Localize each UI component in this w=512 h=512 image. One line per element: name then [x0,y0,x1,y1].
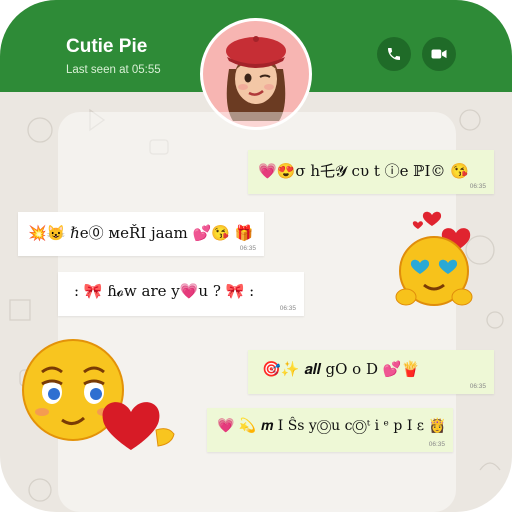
message-time: 06:35 [239,245,256,252]
message-bubble-outgoing[interactable]: 💗😍σ һ乇𝓨 cυ t ⓘe ℙI© 😘 06:35 [248,150,494,194]
message-time: 06:35 [428,441,445,448]
phone-icon [388,48,400,60]
voice-call-button[interactable] [377,37,411,71]
message-text: : 🎀 ɦ𝓸w are y💗u ? 🎀 : [74,282,255,300]
message-text: 💗 💫 𝒎 I Ŝs yⓄu cⓄᵗ i ᵉ p I ε 👸 [217,418,446,434]
message-text: 💥😺 ℏe⓪ мeŘI jaam 💕😘 🎁 [28,224,254,242]
message-bubble-incoming[interactable]: : 🎀 ɦ𝓸w are y💗u ? 🎀 : 06:35 [58,272,304,316]
message-time: 06:35 [469,183,486,190]
message-text: 🎯✨ 𝒂𝒍𝒍 gO o D 💕🍟 [262,360,421,378]
message-time: 06:35 [279,305,296,312]
message-time: 06:35 [469,383,486,390]
last-seen-status: Last seen at 05:55 [66,64,161,76]
message-bubble-outgoing[interactable]: 🎯✨ 𝒂𝒍𝒍 gO o D 💕🍟 06:35 [248,350,494,394]
flirty-emoji-with-heart-sticker [22,339,175,450]
message-text: 💗😍σ һ乇𝓨 cυ t ⓘe ℙI© 😘 [258,162,469,180]
heart-eyes-emoji-sticker [395,211,473,306]
chat-screen: Cutie Pie Last seen at 05:55 💗😍σ һ乇𝓨 cυ … [0,0,512,512]
contact-name[interactable]: Cutie Pie [66,36,147,58]
message-bubble-incoming[interactable]: 💥😺 ℏe⓪ мeŘI jaam 💕😘 🎁 06:35 [18,212,264,256]
video-call-button[interactable] [422,37,456,71]
message-bubble-outgoing[interactable]: 💗 💫 𝒎 I Ŝs yⓄu cⓄᵗ i ᵉ p I ε 👸 06:35 [207,408,453,452]
video-icon [431,49,447,59]
